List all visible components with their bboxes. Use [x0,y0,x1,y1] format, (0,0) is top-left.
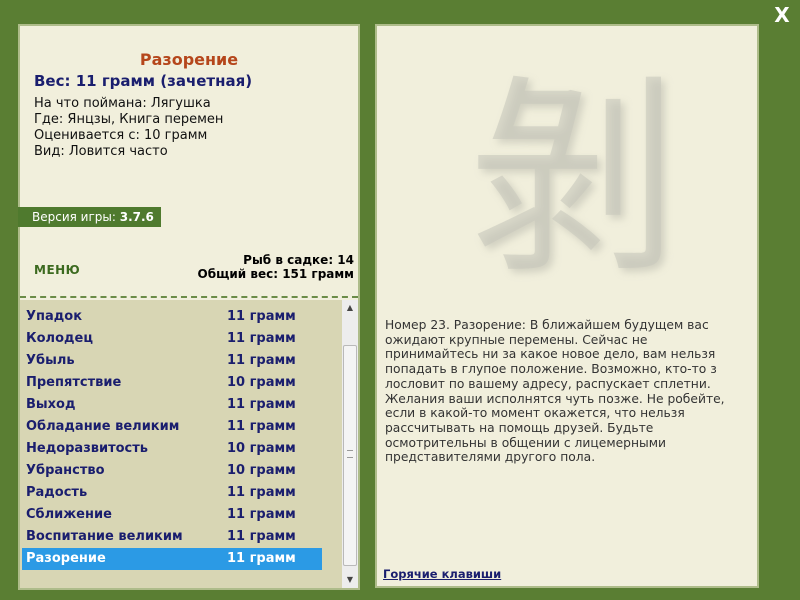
list-item-name: Выход [26,397,76,412]
list-item[interactable]: Выход 11 грамм [22,394,322,416]
list-item-weight: 11 грамм [227,397,296,412]
close-button[interactable]: X [771,4,793,26]
list-item-name: Упадок [26,309,83,324]
scroll-up-icon[interactable]: ▲ [342,300,358,316]
location-info: Где: Янцзы, Книга перемен [34,112,224,127]
version-label: Версия игры: [32,210,116,224]
list-item-weight: 11 грамм [227,419,296,434]
list-item-weight: 11 грамм [227,485,296,500]
list-scrollbar[interactable]: ▲ ▼ [342,300,358,588]
list-item-weight: 10 грамм [227,375,296,390]
total-weight: Общий вес: 151 грамм [197,267,354,281]
menu-button[interactable]: МЕНЮ [34,263,80,277]
list-item-weight: 10 грамм [227,463,296,478]
list-item[interactable]: Воспитание великим 11 грамм [22,526,322,548]
list-item-weight: 11 грамм [227,551,296,566]
list-item[interactable]: Упадок 11 грамм [22,306,322,328]
scroll-down-icon[interactable]: ▼ [342,572,358,588]
grip-icon [347,450,353,458]
list-item[interactable]: Сближение 11 грамм [22,504,322,526]
list-item-weight: 11 грамм [227,507,296,522]
list-item-weight: 11 грамм [227,309,296,324]
catch-stats: Рыб в садке: 14 Общий вес: 151 грамм [198,253,354,281]
list-item-name: Убыль [26,353,75,368]
svg-text:剝: 剝 [468,57,678,296]
list-item-name: Радость [26,485,88,500]
list-item-name: Обладание великим [26,419,180,434]
fish-title: Разорение [139,50,239,69]
fish-info-panel: Разорение Вес: 11 грамм (зачетная) На чт… [18,24,360,590]
divider [20,296,358,298]
list-item[interactable]: Препятствие 10 грамм [22,372,322,394]
description-panel: 剝 剝 Номер 23. Разорение: В ближайшем буд… [375,24,759,588]
list-item-name: Колодец [26,331,93,346]
list-item-name: Воспитание великим [26,529,183,544]
list-item-name: Разорение [26,551,106,566]
scroll-thumb[interactable] [343,345,357,566]
list-item-name: Сближение [26,507,112,522]
fish-weight: Вес: 11 грамм (зачетная) [34,72,253,90]
frequency-info: Вид: Ловится часто [34,144,168,159]
list-item[interactable]: Обладание великим 11 грамм [22,416,322,438]
hexagram-icon: 剝 剝 [468,57,682,296]
list-item[interactable]: Колодец 11 грамм [22,328,322,350]
value-info: Оценивается с: 10 грамм [34,128,208,143]
version-value: 3.7.6 [119,210,154,224]
bait-info: На что поймана: Лягушка [34,96,211,111]
list-item-weight: 11 грамм [227,353,296,368]
list-item-weight: 11 грамм [227,529,296,544]
hotkeys-link[interactable]: Горячие клавиши [383,567,501,581]
list-item-name: Убранство [26,463,105,478]
list-item[interactable]: Убранство 10 грамм [22,460,322,482]
list-item[interactable]: Радость 11 грамм [22,482,322,504]
fish-count: Рыб в садке: 14 [243,253,354,267]
list-item-name: Недоразвитость [26,441,149,456]
list-item[interactable]: Убыль 11 грамм [22,350,322,372]
list-item-weight: 11 грамм [227,331,296,346]
version-badge: Версия игры: 3.7.6 [18,207,161,227]
list-item-weight: 10 грамм [227,441,296,456]
list-item-name: Препятствие [26,375,122,390]
list-item[interactable]: Недоразвитость 10 грамм [22,438,322,460]
list-item[interactable]: Разорение 11 грамм [22,548,322,570]
fish-list[interactable]: Упадок 11 грамм Колодец 11 грамм Убыль 11 гра… [20,300,358,588]
fish-description: Номер 23. Разорение: В ближайшем будущем… [385,318,725,465]
